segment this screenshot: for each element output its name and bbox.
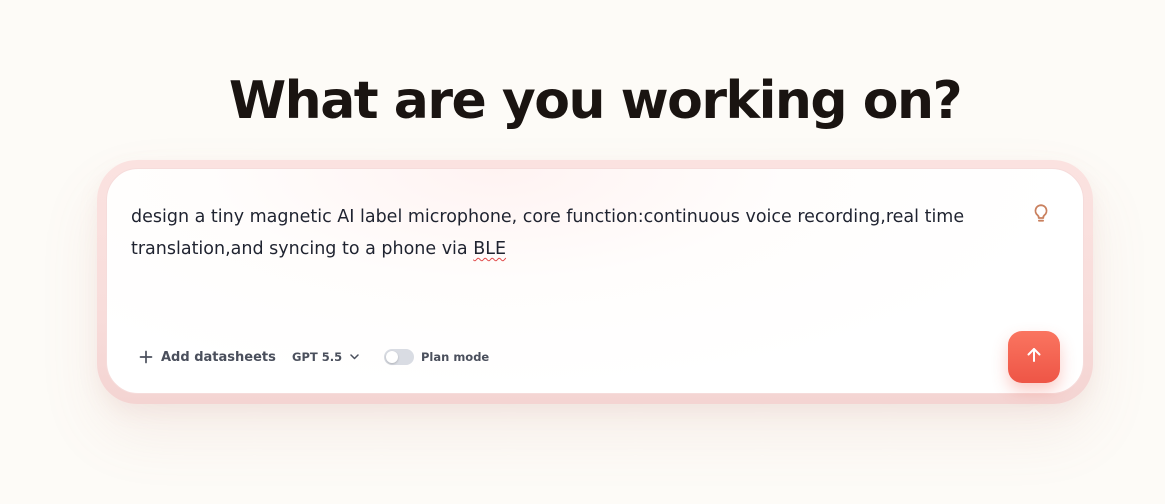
lightbulb-icon[interactable] — [1029, 201, 1053, 225]
page-title: What are you working on? — [228, 71, 963, 131]
prompt-box[interactable]: design a tiny magnetic AI label micropho… — [106, 168, 1084, 394]
page: What are you working on? design a tiny m… — [0, 0, 1165, 504]
plus-icon — [139, 350, 153, 364]
add-datasheets-label: Add datasheets — [161, 349, 276, 365]
model-select[interactable]: GPT 5.5 — [292, 345, 359, 369]
switch-knob — [386, 351, 398, 363]
prompt-input[interactable]: design a tiny magnetic AI label micropho… — [131, 201, 991, 265]
plan-mode-toggle[interactable]: Plan mode — [384, 345, 489, 369]
send-button[interactable] — [1008, 331, 1060, 383]
plan-mode-label: Plan mode — [421, 350, 490, 364]
arrow-up-icon — [1025, 346, 1043, 369]
chevron-down-icon — [350, 354, 359, 360]
add-datasheets-button[interactable]: Add datasheets — [139, 345, 276, 369]
misspelled-word[interactable]: BLE — [473, 239, 506, 259]
plan-mode-switch[interactable] — [384, 349, 414, 365]
model-label: GPT 5.5 — [292, 350, 343, 364]
prompt-text: design a tiny magnetic AI label micropho… — [131, 207, 965, 259]
